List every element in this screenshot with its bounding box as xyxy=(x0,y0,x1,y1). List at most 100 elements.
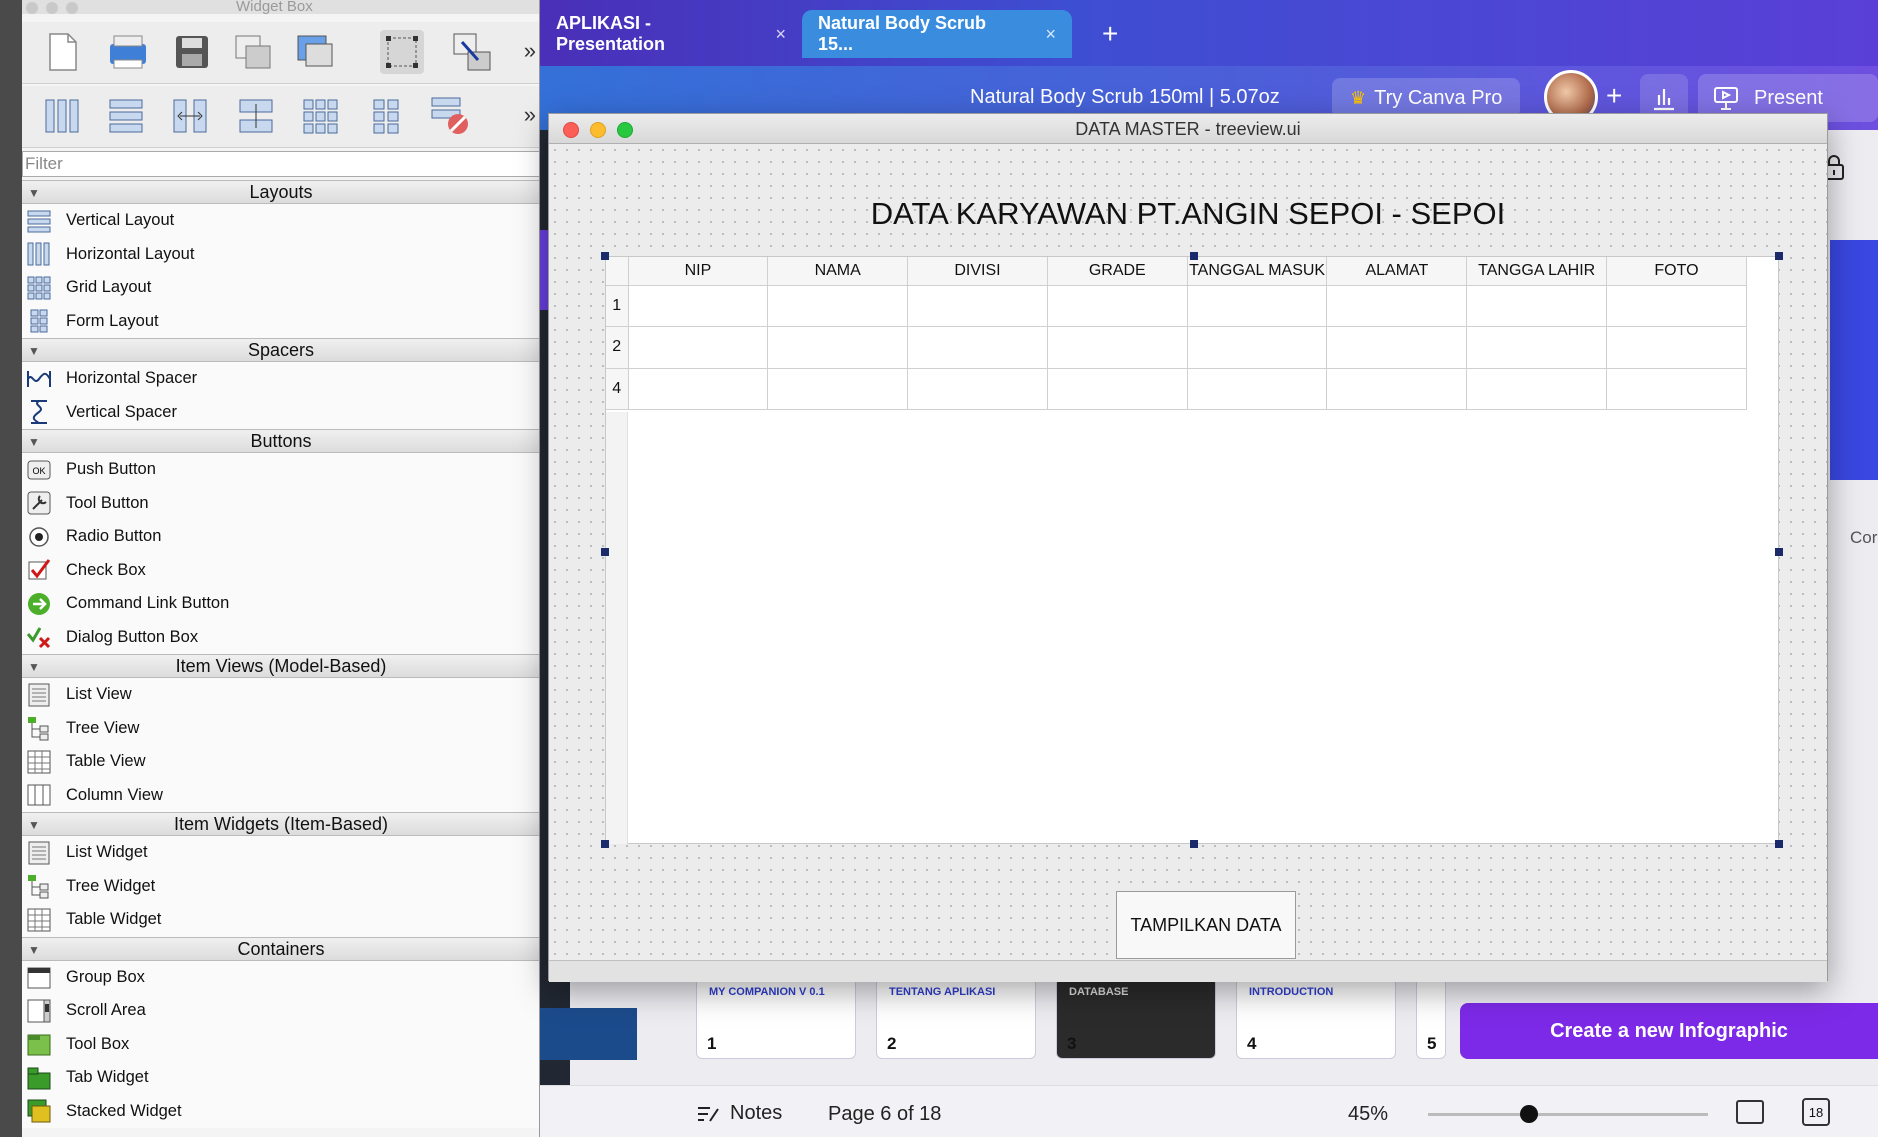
table-cell[interactable] xyxy=(1187,326,1328,369)
widget-item[interactable]: List View xyxy=(22,678,539,712)
break-layout-icon[interactable] xyxy=(428,94,472,138)
table-cell[interactable] xyxy=(1047,285,1188,327)
resize-handle[interactable] xyxy=(1775,548,1783,556)
widget-item[interactable]: Dialog Button Box xyxy=(22,620,539,654)
lay-out-in-grid-icon[interactable] xyxy=(298,94,342,138)
lay-out-vertically-icon[interactable] xyxy=(104,94,148,138)
resize-handle[interactable] xyxy=(601,840,609,848)
table-cell[interactable] xyxy=(1466,368,1608,410)
column-header[interactable]: TANGGA LAHIR xyxy=(1466,257,1608,286)
zoom-light[interactable] xyxy=(66,2,78,14)
table-row[interactable]: 4 xyxy=(606,368,1747,410)
minimize-light[interactable] xyxy=(46,2,58,14)
resize-handle[interactable] xyxy=(601,252,609,260)
grid-view-icon[interactable] xyxy=(1736,1100,1764,1124)
widget-item[interactable]: Form Layout xyxy=(22,304,539,338)
edit-signals-icon[interactable] xyxy=(450,30,494,74)
slide-thumbnail[interactable]: MY COMPANION V 0.1 1 xyxy=(696,977,856,1059)
windows-icon[interactable] xyxy=(232,30,276,74)
row-header[interactable]: 2 xyxy=(606,326,629,369)
table-cell[interactable] xyxy=(1047,326,1188,369)
category-spacers[interactable]: ▼ Spacers xyxy=(22,338,539,362)
row-header[interactable]: 1 xyxy=(606,285,629,327)
window-titlebar[interactable]: DATA MASTER - treeview.ui xyxy=(549,114,1827,144)
more-tools-icon[interactable]: » xyxy=(524,38,536,64)
widget-item[interactable]: Horizontal Layout xyxy=(22,237,539,271)
row-header[interactable]: 4 xyxy=(606,368,629,410)
table-row[interactable]: 2 xyxy=(606,326,1747,369)
table-cell[interactable] xyxy=(1606,285,1747,327)
table-cell[interactable] xyxy=(767,368,909,410)
resize-handle[interactable] xyxy=(601,548,609,556)
expand-triangle-icon[interactable]: ▼ xyxy=(28,814,40,836)
column-header[interactable]: FOTO xyxy=(1606,257,1747,286)
slide-thumbnail[interactable]: INTRODUCTION 4 xyxy=(1236,977,1396,1059)
new-form-icon[interactable] xyxy=(40,30,84,74)
resize-handle[interactable] xyxy=(1190,840,1198,848)
create-infographic-button[interactable]: Create a new Infographic xyxy=(1460,1003,1878,1059)
widget-item[interactable]: Tool Button xyxy=(22,486,539,520)
new-tab-button[interactable]: + xyxy=(1102,18,1118,50)
table-cell[interactable] xyxy=(628,285,769,327)
category-buttons[interactable]: ▼ Buttons xyxy=(22,429,539,453)
table-cell[interactable] xyxy=(1187,368,1328,410)
widget-item[interactable]: Radio Button xyxy=(22,520,539,554)
widget-item[interactable]: Tree View xyxy=(22,711,539,745)
column-header[interactable]: GRADE xyxy=(1047,257,1188,286)
tab-natural-body-scrub[interactable]: Natural Body Scrub 15... × xyxy=(802,10,1072,58)
category-item-widgets[interactable]: ▼ Item Widgets (Item-Based) xyxy=(22,812,539,836)
column-header[interactable]: TANGGAL MASUK xyxy=(1187,257,1328,286)
widget-item[interactable]: Scroll Area xyxy=(22,994,539,1028)
table-cell[interactable] xyxy=(1326,326,1468,369)
column-header[interactable]: NAMA xyxy=(767,257,909,286)
more-layouts-icon[interactable]: » xyxy=(524,102,536,128)
table-cell[interactable] xyxy=(1466,285,1608,327)
save-icon[interactable] xyxy=(170,30,214,74)
table-cell[interactable] xyxy=(1326,368,1468,410)
widget-item[interactable]: Column View xyxy=(22,778,539,812)
preview-icon[interactable] xyxy=(292,30,336,74)
resize-handle[interactable] xyxy=(1190,252,1198,260)
table-cell[interactable] xyxy=(1326,285,1468,327)
table-cell[interactable] xyxy=(1606,326,1747,369)
close-icon[interactable]: × xyxy=(1045,24,1056,45)
category-layouts[interactable]: ▼ Layouts xyxy=(22,180,539,204)
table-cell[interactable] xyxy=(907,368,1048,410)
column-header[interactable]: NIP xyxy=(628,257,769,286)
widget-item[interactable]: Command Link Button xyxy=(22,587,539,621)
try-canva-pro-button[interactable]: ♛ Try Canva Pro xyxy=(1332,78,1521,118)
tab-aplikasi-presentation[interactable]: APLIKASI - Presentation × xyxy=(540,10,802,58)
expand-triangle-icon[interactable]: ▼ xyxy=(28,182,40,204)
widget-item[interactable]: Tree Widget xyxy=(22,869,539,903)
category-containers[interactable]: ▼ Containers xyxy=(22,936,539,961)
horizontal-splitter-icon[interactable] xyxy=(168,94,212,138)
widget-item[interactable]: Vertical Spacer xyxy=(22,395,539,429)
table-cell[interactable] xyxy=(907,285,1048,327)
resize-handle[interactable] xyxy=(1775,840,1783,848)
lay-out-horizontally-icon[interactable] xyxy=(40,94,84,138)
resize-handle[interactable] xyxy=(1775,252,1783,260)
table-corner[interactable] xyxy=(606,257,629,286)
zoom-slider[interactable] xyxy=(1428,1113,1708,1116)
widget-item[interactable]: Check Box xyxy=(22,553,539,587)
slide-thumbnail[interactable]: TENTANG APLIKASI 2 xyxy=(876,977,1036,1059)
widget-item[interactable]: Stacked Widget xyxy=(22,1094,539,1128)
vertical-splitter-icon[interactable] xyxy=(234,94,278,138)
table-cell[interactable] xyxy=(1606,368,1747,410)
filter-input[interactable]: Filter xyxy=(22,151,539,177)
column-header[interactable]: ALAMAT xyxy=(1326,257,1468,286)
widget-item[interactable]: Tool Box xyxy=(22,1027,539,1061)
table-cell[interactable] xyxy=(907,326,1048,369)
widget-item[interactable]: Tab Widget xyxy=(22,1061,539,1095)
notes-button[interactable]: Notes xyxy=(696,1102,782,1125)
table-cell[interactable] xyxy=(628,326,769,369)
slide-thumbnail[interactable]: DATABASE 3 xyxy=(1056,977,1216,1059)
table-cell[interactable] xyxy=(1466,326,1608,369)
employee-table[interactable]: NIP NAMA DIVISI GRADE TANGGAL MASUK ALAM… xyxy=(605,256,1779,844)
expand-triangle-icon[interactable]: ▼ xyxy=(28,431,40,453)
table-cell[interactable] xyxy=(767,285,909,327)
page-count-button[interactable]: 18 xyxy=(1802,1098,1830,1126)
widget-item[interactable]: Horizontal Spacer xyxy=(22,362,539,396)
category-item-views[interactable]: ▼ Item Views (Model-Based) xyxy=(22,654,539,678)
document-title[interactable]: Natural Body Scrub 150ml | 5.07oz xyxy=(970,86,1280,109)
